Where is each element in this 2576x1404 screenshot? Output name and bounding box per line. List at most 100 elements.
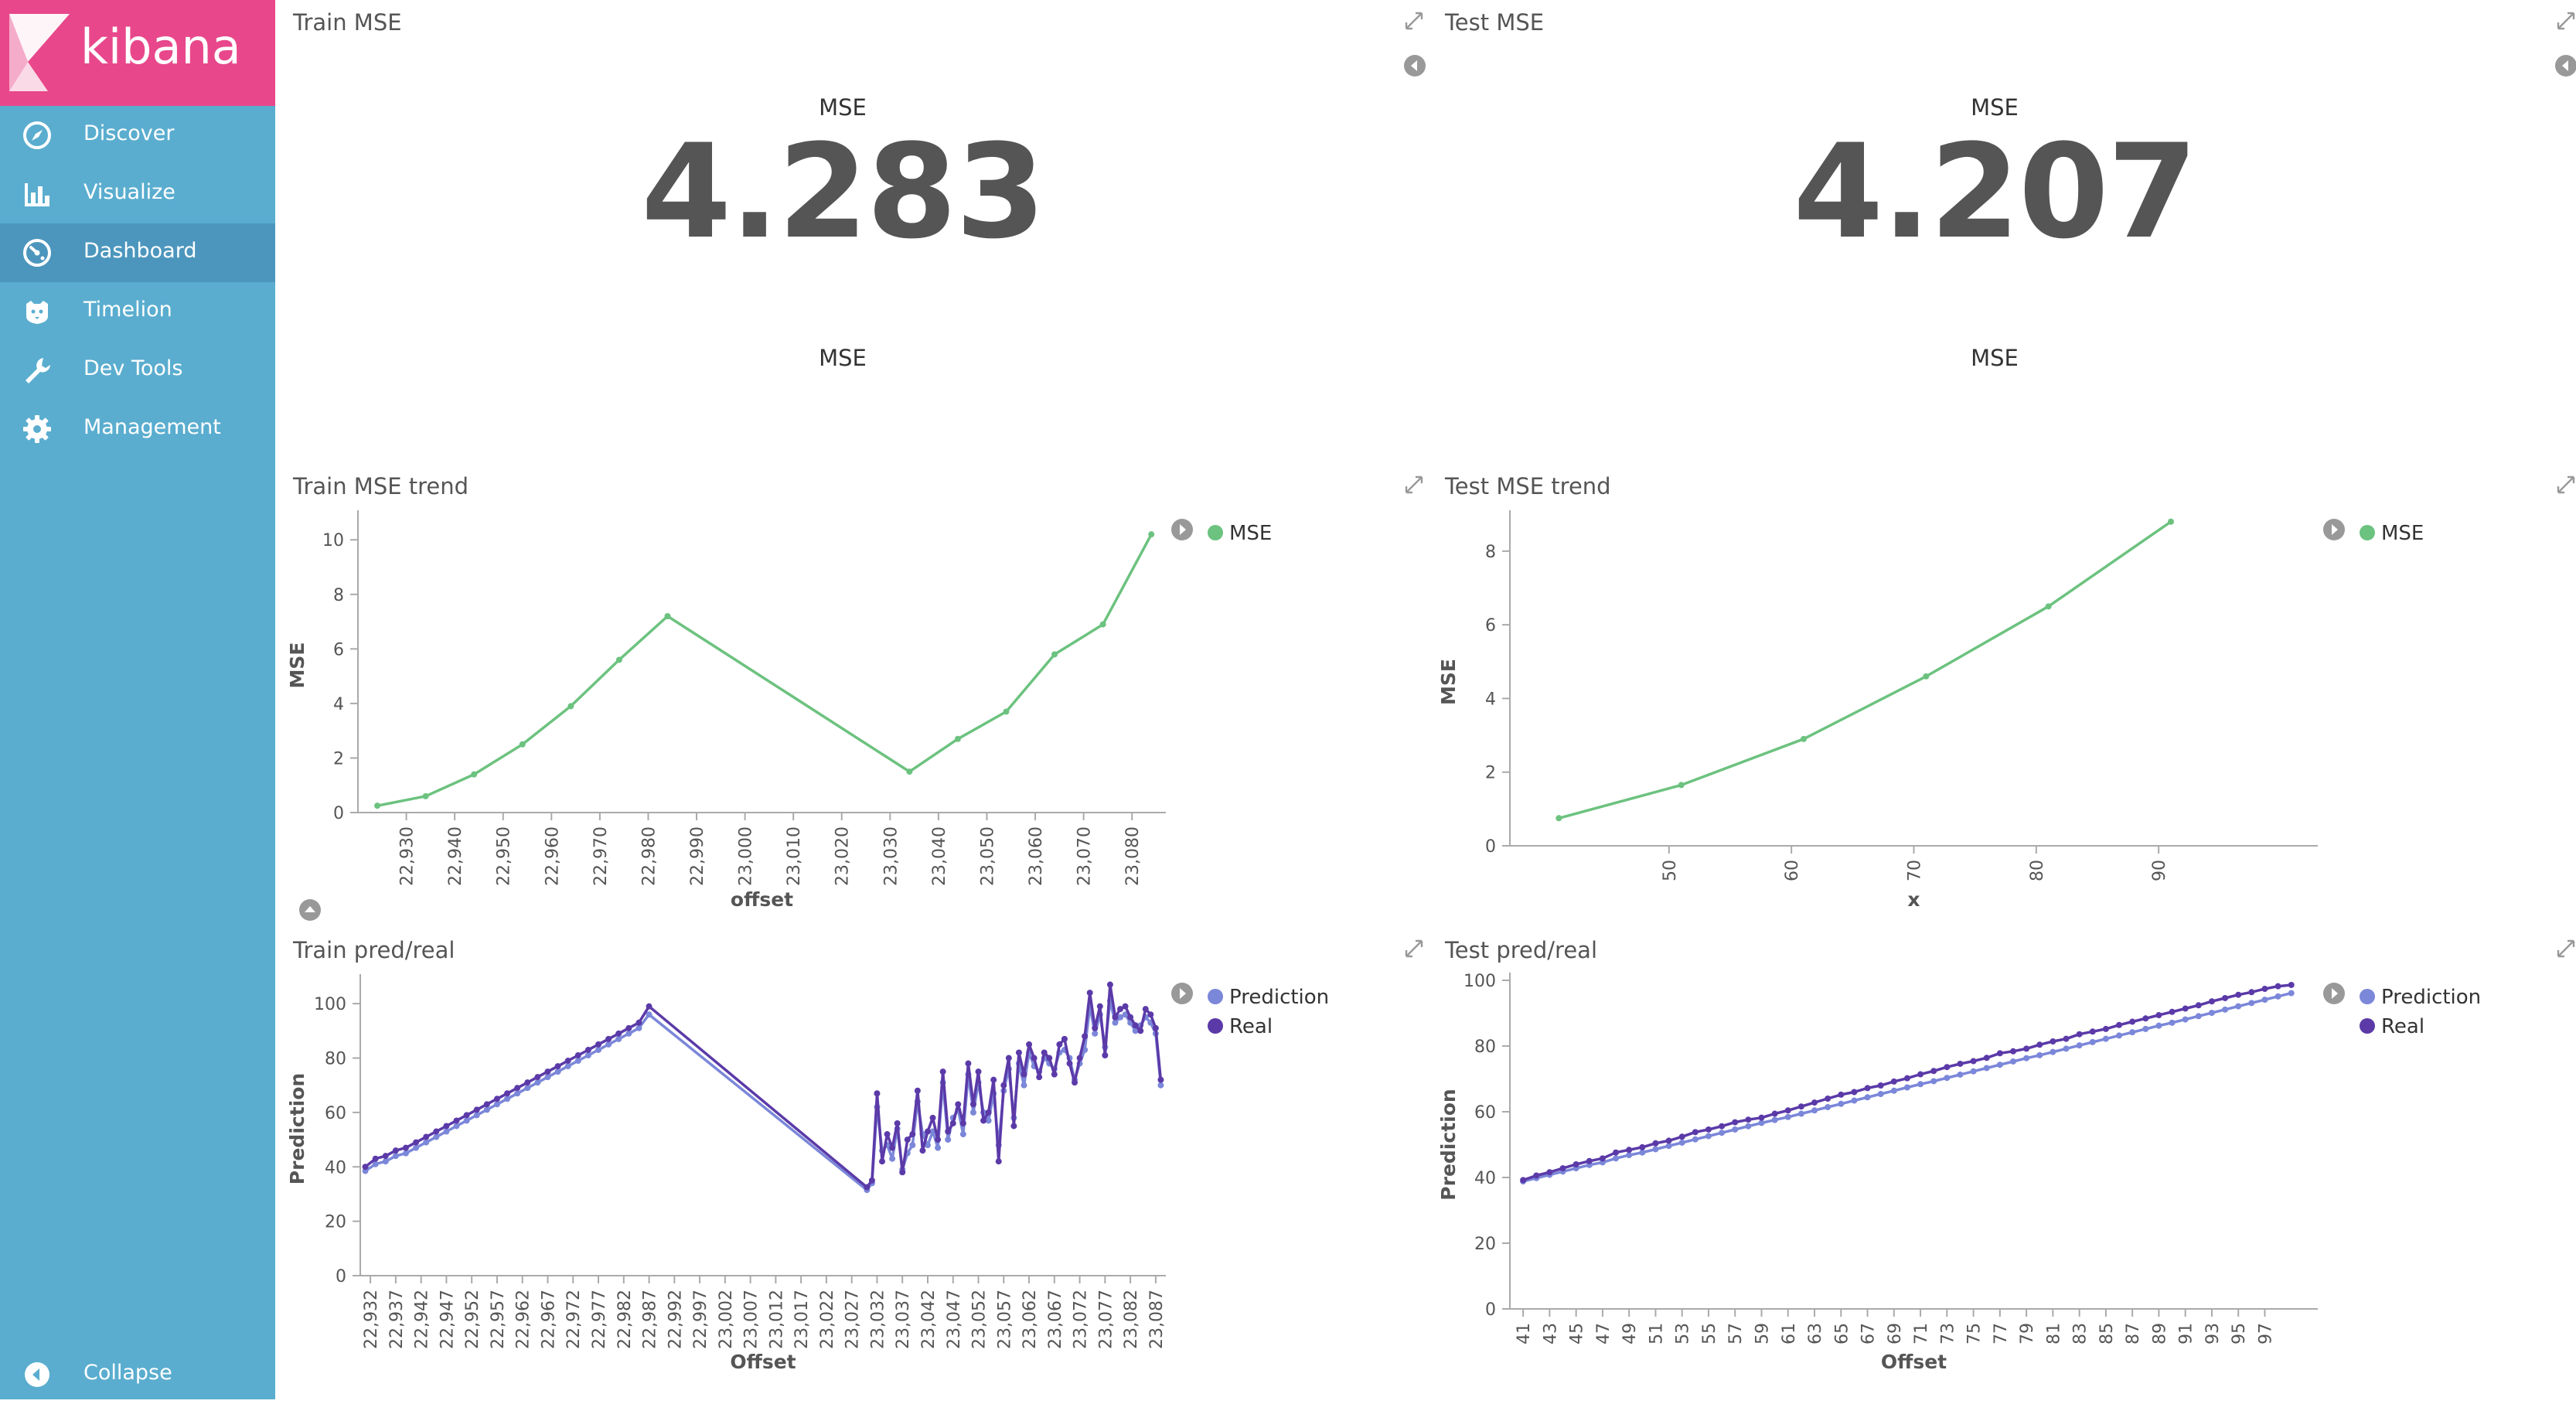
data-point [1626, 1147, 1633, 1154]
data-point [362, 1164, 369, 1171]
data-point [889, 1144, 896, 1151]
data-point [1983, 1065, 1990, 1072]
data-point [1010, 1123, 1017, 1130]
data-point [1930, 1068, 1937, 1075]
data-point [1021, 1071, 1027, 1078]
data-point [1825, 1096, 1831, 1102]
data-point [2076, 1031, 2083, 1038]
data-point [1797, 1103, 1804, 1110]
x-tick-label: 23,060 [1027, 826, 1046, 886]
data-point [2129, 1029, 2136, 1036]
expand-panel-icon[interactable] [2556, 939, 2576, 959]
expand-panel-icon[interactable] [1404, 475, 1424, 495]
panel-title-test-trend: Test MSE trend [1445, 473, 1611, 499]
kibana-brand[interactable]: kibana [0, 0, 275, 106]
x-tick-label: 22,942 [413, 1290, 432, 1349]
legend-swatch [2360, 525, 2375, 540]
data-point [2274, 983, 2281, 990]
data-point [1732, 1119, 1739, 1126]
series-line-prediction [364, 999, 1163, 1191]
data-point [1026, 1041, 1033, 1048]
collapse-panel-icon[interactable] [298, 898, 322, 922]
data-point [463, 1112, 470, 1119]
toggle-legend-icon[interactable] [2322, 982, 2346, 1005]
data-point [1099, 621, 1106, 628]
toggle-legend-icon[interactable] [2322, 518, 2346, 541]
timelion-icon [26, 301, 48, 324]
toggle-legend-icon[interactable] [2554, 54, 2576, 77]
data-point [519, 741, 526, 748]
data-point [493, 1101, 500, 1108]
data-point [995, 1158, 1002, 1165]
data-point [453, 1117, 460, 1124]
expand-panel-icon[interactable] [1404, 939, 1424, 959]
data-point [574, 1058, 581, 1065]
sidebar-item-visualize[interactable]: Visualize [0, 165, 275, 223]
sidebar: kibana Discover Visualize Dashboard Time… [0, 0, 275, 1399]
data-point [1036, 1074, 1043, 1081]
data-point [955, 1101, 962, 1108]
toggle-legend-icon[interactable] [1170, 982, 1194, 1005]
data-point [564, 1058, 571, 1065]
data-point [1864, 1094, 1871, 1101]
expand-panel-icon[interactable] [2556, 475, 2576, 495]
sidebar-item-dashboard[interactable]: Dashboard [0, 223, 275, 282]
data-point [615, 656, 622, 663]
expand-panel-icon[interactable] [1404, 11, 1424, 31]
x-tick-label: 22,957 [489, 1290, 508, 1349]
sidebar-item-management[interactable]: Management [0, 400, 275, 458]
data-point [2235, 991, 2242, 998]
x-tick-label: 23,000 [737, 826, 756, 886]
data-point [1917, 1071, 1924, 1078]
sidebar-item-discover[interactable]: Discover [0, 106, 275, 165]
legend-swatch [2360, 1018, 2375, 1034]
data-point [2169, 1019, 2176, 1026]
x-tick-label: 67 [1859, 1323, 1879, 1344]
data-point [473, 1106, 480, 1113]
data-point [635, 1024, 642, 1031]
data-point [945, 1136, 952, 1143]
toggle-legend-icon[interactable] [1403, 54, 1426, 77]
y-tick-label: 8 [333, 586, 344, 605]
x-tick-label: 22,972 [564, 1290, 584, 1349]
metric-value-test: 4.207 [1793, 116, 2197, 268]
x-tick-label: 23,080 [1123, 826, 1143, 886]
y-axis-title: Prediction [286, 1073, 308, 1184]
data-point [413, 1139, 420, 1146]
data-point [2023, 1055, 2030, 1062]
data-point [1652, 1146, 1659, 1153]
sidebar-item-dev-tools[interactable]: Dev Tools [0, 341, 275, 400]
data-point [1970, 1058, 1977, 1065]
x-tick-label: 23,017 [792, 1290, 812, 1349]
data-point [2261, 997, 2268, 1004]
data-point [864, 1184, 871, 1191]
x-tick-label: 23,047 [945, 1290, 964, 1349]
y-tick-label: 100 [1463, 972, 1496, 991]
data-point [2142, 1015, 2149, 1022]
collapse-button[interactable]: Collapse [0, 1345, 275, 1404]
data-point [413, 1144, 420, 1151]
data-point [1957, 1060, 1964, 1067]
series-line-mse [1558, 520, 2172, 820]
x-tick-label: 22,937 [387, 1290, 407, 1349]
y-tick-label: 8 [1485, 543, 1496, 562]
data-point [1639, 1143, 1646, 1150]
data-point [1015, 1049, 1022, 1056]
x-tick-label: 23,070 [1075, 826, 1095, 886]
data-point [1005, 1055, 1012, 1062]
collapse-label: Collapse [83, 1361, 172, 1385]
data-point [924, 1128, 931, 1135]
sidebar-item-timelion[interactable]: Timelion [0, 282, 275, 341]
x-tick-label: 22,930 [398, 826, 417, 886]
toggle-legend-icon[interactable] [1170, 518, 1194, 541]
data-point [2142, 1025, 2149, 1032]
data-point [2023, 1045, 2030, 1052]
x-tick-label: 22,932 [362, 1290, 381, 1349]
data-point [1051, 1071, 1058, 1078]
expand-panel-icon[interactable] [2556, 11, 2576, 31]
data-point [402, 1144, 409, 1151]
data-point [1930, 1078, 1937, 1085]
data-point [1041, 1049, 1048, 1056]
x-tick-label: 73 [1938, 1323, 1958, 1344]
y-tick-label: 6 [333, 640, 344, 659]
